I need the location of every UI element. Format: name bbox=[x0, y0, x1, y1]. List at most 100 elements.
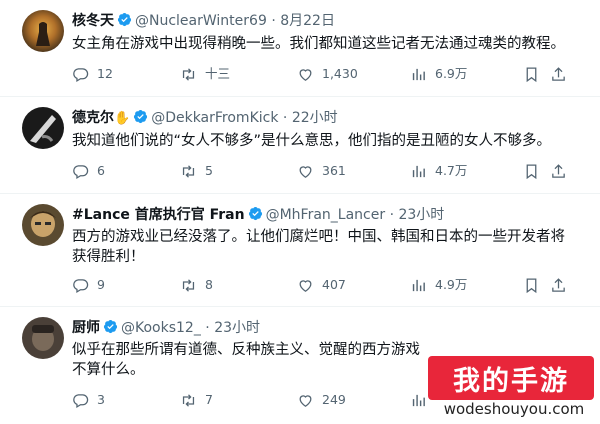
reply-icon bbox=[72, 392, 89, 409]
timestamp[interactable]: 23小时 bbox=[398, 207, 444, 223]
display-name[interactable]: 厨师 bbox=[72, 320, 100, 336]
separator: · bbox=[271, 13, 276, 29]
tweet-header: 德克尔✋ @DekkarFromKick · 22小时 bbox=[72, 108, 338, 128]
reply-count: 9 bbox=[97, 277, 105, 292]
views-button[interactable]: 6.9万 bbox=[410, 64, 467, 84]
watermark-logo: 我的手游 bbox=[428, 356, 594, 400]
retweet-icon bbox=[180, 277, 197, 294]
retweet-button[interactable]: 7 bbox=[180, 390, 213, 410]
like-count: 361 bbox=[322, 163, 346, 178]
views-button[interactable]: 4.9万 bbox=[410, 275, 467, 295]
retweet-count: 十三 bbox=[205, 66, 231, 81]
action-bar: 9 8 407 4.9万 bbox=[72, 275, 572, 295]
avatar[interactable] bbox=[22, 107, 64, 149]
retweet-count: 5 bbox=[205, 163, 213, 178]
reply-icon bbox=[72, 277, 89, 294]
timestamp[interactable]: 22小时 bbox=[292, 110, 338, 126]
tweet-text-line-1: 西方的游戏业已经没落了。让他们腐烂吧！中国、韩国和日本的一些开发者将 bbox=[72, 229, 565, 245]
share-icon bbox=[550, 163, 567, 180]
display-name[interactable]: 核冬天 bbox=[72, 13, 114, 29]
bar-chart-icon bbox=[410, 163, 427, 180]
share-button[interactable] bbox=[550, 161, 575, 181]
avatar[interactable] bbox=[22, 204, 64, 246]
bookmark-button[interactable] bbox=[523, 275, 548, 295]
like-count: 249 bbox=[322, 392, 346, 407]
verified-icon bbox=[248, 206, 263, 221]
reply-count: 12 bbox=[97, 66, 113, 81]
tweet-text: 女主角在游戏中出现得稍晚一些。我们都知道这些记者无法通过魂类的教程。 bbox=[72, 36, 565, 52]
retweet-count: 8 bbox=[205, 277, 213, 292]
verified-icon bbox=[103, 319, 118, 334]
retweet-icon bbox=[180, 66, 197, 83]
watermark-title: 我的手游 bbox=[453, 365, 569, 397]
action-bar: 12 十三 1,430 6.9万 bbox=[72, 64, 572, 84]
verified-icon bbox=[117, 12, 132, 27]
heart-icon bbox=[297, 392, 314, 409]
reply-count: 3 bbox=[97, 392, 105, 407]
separator: · bbox=[205, 320, 210, 336]
tweet[interactable]: #Lance 首席执行官 Fran @MhFran_Lancer · 23小时 西… bbox=[0, 194, 600, 306]
tweet-header: 厨师 @Kooks12_ · 23小时 bbox=[72, 318, 260, 338]
like-button[interactable]: 407 bbox=[297, 275, 346, 295]
share-button[interactable] bbox=[550, 64, 575, 84]
retweet-count: 7 bbox=[205, 392, 213, 407]
separator: · bbox=[282, 110, 288, 126]
bookmark-button[interactable] bbox=[523, 161, 548, 181]
reply-icon bbox=[72, 163, 89, 180]
retweet-icon bbox=[180, 163, 197, 180]
bookmark-icon bbox=[523, 66, 540, 83]
share-icon bbox=[550, 66, 567, 83]
timestamp[interactable]: 23小时 bbox=[214, 320, 260, 336]
bar-chart-icon bbox=[410, 277, 427, 294]
heart-icon bbox=[297, 277, 314, 294]
user-handle[interactable]: @NuclearWinter69 bbox=[135, 13, 267, 29]
reply-icon bbox=[72, 66, 89, 83]
tweet-text-line-2: 获得胜利！ bbox=[72, 249, 145, 265]
tweet[interactable]: 德克尔✋ @DekkarFromKick · 22小时 我知道他们说的“女人不够多… bbox=[0, 97, 600, 193]
tweet[interactable]: 核冬天 @NuclearWinter69 · 8月22日 女主角在游戏中出现得稍晚… bbox=[0, 0, 600, 96]
retweet-button[interactable]: 8 bbox=[180, 275, 213, 295]
verified-icon bbox=[133, 109, 148, 124]
tweet-header: 核冬天 @NuclearWinter69 · 8月22日 bbox=[72, 11, 335, 31]
share-icon bbox=[550, 277, 567, 294]
view-count: 6.9万 bbox=[435, 66, 468, 81]
timestamp[interactable]: 8月22日 bbox=[280, 13, 335, 29]
tweet-header: #Lance 首席执行官 Fran @MhFran_Lancer · 23小时 bbox=[72, 205, 444, 225]
like-count: 1,430 bbox=[322, 66, 358, 81]
like-button[interactable]: 249 bbox=[297, 390, 346, 410]
bar-chart-icon bbox=[410, 392, 427, 409]
like-count: 407 bbox=[322, 277, 346, 292]
retweet-button[interactable]: 5 bbox=[180, 161, 213, 181]
like-button[interactable]: 1,430 bbox=[297, 64, 358, 84]
display-name[interactable]: 德克尔 bbox=[72, 110, 114, 126]
watermark-url: wodeshouyou.com bbox=[443, 400, 585, 418]
reply-button[interactable]: 3 bbox=[72, 390, 105, 410]
heart-icon bbox=[297, 66, 314, 83]
reply-button[interactable]: 12 bbox=[72, 64, 113, 84]
reply-button[interactable]: 6 bbox=[72, 161, 105, 181]
hand-emoji-icon: ✋ bbox=[114, 111, 131, 126]
bookmark-icon bbox=[523, 277, 540, 294]
bookmark-icon bbox=[523, 163, 540, 180]
avatar[interactable] bbox=[22, 317, 64, 359]
user-handle[interactable]: @Kooks12_ bbox=[121, 320, 201, 336]
share-button[interactable] bbox=[550, 275, 575, 295]
reply-count: 6 bbox=[97, 163, 105, 178]
retweet-button[interactable]: 十三 bbox=[180, 64, 230, 84]
heart-icon bbox=[297, 163, 314, 180]
like-button[interactable]: 361 bbox=[297, 161, 346, 181]
view-count: 4.9万 bbox=[435, 277, 468, 292]
views-button[interactable]: 4.7万 bbox=[410, 161, 467, 181]
retweet-icon bbox=[180, 392, 197, 409]
bookmark-button[interactable] bbox=[523, 64, 548, 84]
reply-button[interactable]: 9 bbox=[72, 275, 105, 295]
tweet-text: 我知道他们说的“女人不够多”是什么意思，他们指的是丑陋的女人不够多。 bbox=[72, 133, 552, 149]
user-handle[interactable]: @DekkarFromKick bbox=[151, 110, 278, 126]
tweet-feed: 核冬天 @NuclearWinter69 · 8月22日 女主角在游戏中出现得稍晚… bbox=[0, 0, 600, 424]
separator: · bbox=[389, 207, 395, 223]
avatar[interactable] bbox=[22, 10, 64, 52]
view-count: 4.7万 bbox=[435, 163, 468, 178]
display-name[interactable]: #Lance 首席执行官 Fran bbox=[72, 207, 245, 223]
action-bar: 6 5 361 4.7万 bbox=[72, 161, 572, 181]
user-handle[interactable]: @MhFran_Lancer bbox=[266, 207, 386, 223]
